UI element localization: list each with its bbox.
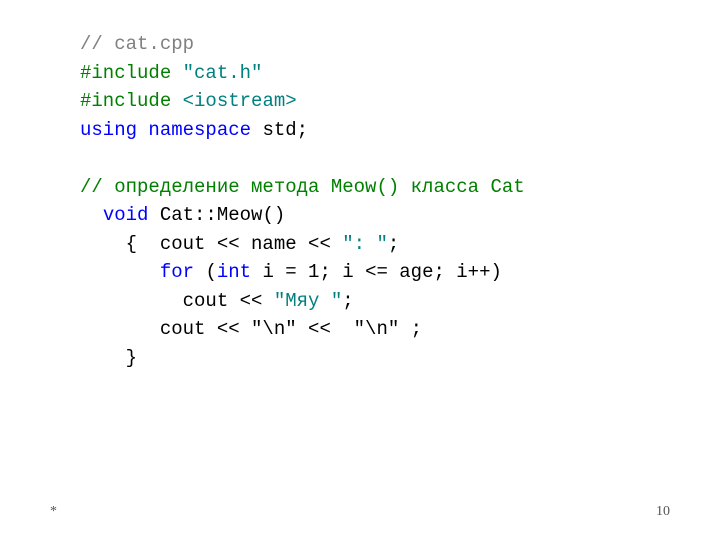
- slide-footer: * 10: [50, 504, 670, 520]
- code-line-using: using namespace std;: [80, 116, 670, 145]
- code-line: }: [80, 344, 670, 373]
- code-line-comment: // определение метода Meow() класса Cat: [80, 173, 670, 202]
- code-line: cout << "Мяу ";: [80, 287, 670, 316]
- code-line-include: #include <iostream>: [80, 87, 670, 116]
- code-line: void Cat::Meow(): [80, 201, 670, 230]
- footer-marker: *: [50, 504, 57, 520]
- code-line-include: #include "cat.h": [80, 59, 670, 88]
- code-line: { cout << name << ": ";: [80, 230, 670, 259]
- code-line: for (int i = 1; i <= age; i++): [80, 258, 670, 287]
- code-line-blank: [80, 144, 670, 173]
- page-number: 10: [656, 504, 670, 520]
- code-line: cout << "\n" << "\n" ;: [80, 315, 670, 344]
- code-block: // cat.cpp #include "cat.h" #include <io…: [0, 0, 720, 372]
- code-line-comment: // cat.cpp: [80, 30, 670, 59]
